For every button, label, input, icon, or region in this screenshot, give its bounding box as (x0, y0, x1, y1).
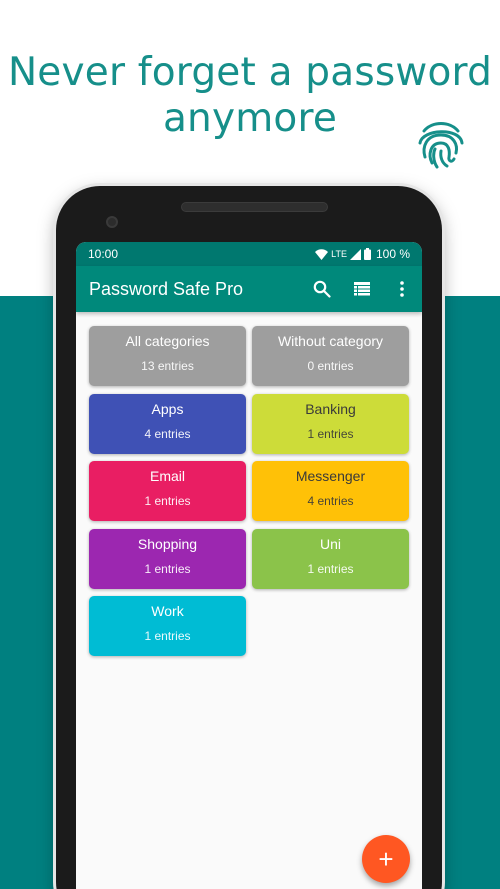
category-name: Without category (277, 333, 384, 349)
view-toggle-button[interactable] (342, 266, 382, 312)
battery-level: 100 % (375, 247, 410, 261)
app-bar: Password Safe Pro (76, 266, 422, 312)
add-entry-button[interactable]: + (362, 835, 410, 883)
signal-icon (349, 248, 361, 260)
category-name: Uni (319, 535, 341, 552)
add-icon: + (378, 843, 394, 874)
list-view-icon (354, 282, 370, 296)
category-name: Messenger (295, 468, 366, 484)
category-name: Shopping (137, 535, 198, 552)
category-name: Banking (305, 400, 356, 417)
category-tile-shopping[interactable]: Shopping 1 entries (89, 528, 246, 589)
status-icons: LTE 100 % (315, 247, 410, 261)
app-title: Password Safe Pro (89, 278, 244, 299)
category-count: 13 entries (141, 359, 194, 373)
category-tile-messenger[interactable]: Messenger 4 entries (252, 461, 409, 521)
category-tile-uni[interactable]: Uni 1 entries (252, 528, 409, 589)
phone-camera (106, 216, 118, 228)
category-count: 1 entries (307, 426, 354, 441)
category-count: 1 entries (144, 629, 191, 643)
wifi-icon (315, 248, 329, 260)
category-count: 1 entries (144, 561, 191, 576)
search-icon (313, 280, 331, 298)
status-bar: 10:00 LTE 100 % (76, 242, 422, 266)
category-name: Apps (151, 400, 184, 417)
phone-screen: 10:00 LTE 100 % Password Safe Pro All ca… (76, 242, 422, 889)
category-name: All categories (125, 333, 210, 349)
status-time: 10:00 (88, 247, 119, 261)
category-count: 4 entries (144, 426, 191, 441)
phone-speaker (181, 202, 328, 212)
headline-line-1: Never forget a password (7, 50, 493, 95)
category-count: 0 entries (307, 359, 354, 373)
category-name: Work (151, 603, 184, 619)
network-type: LTE (331, 249, 347, 259)
category-count: 4 entries (307, 494, 354, 508)
search-button[interactable] (302, 266, 342, 312)
category-tile-work[interactable]: Work 1 entries (89, 596, 246, 656)
more-vert-icon (400, 281, 404, 297)
battery-icon (363, 248, 371, 260)
category-tile-apps[interactable]: Apps 4 entries (89, 393, 246, 454)
category-tile-banking[interactable]: Banking 1 entries (252, 393, 409, 454)
category-count: 1 entries (144, 494, 191, 508)
category-tile-without-category[interactable]: Without category 0 entries (252, 326, 409, 386)
category-tile-email[interactable]: Email 1 entries (89, 461, 246, 521)
category-name: Email (149, 468, 185, 484)
overflow-menu-button[interactable] (382, 266, 422, 312)
fingerprint-icon (418, 122, 464, 169)
category-tile-all[interactable]: All categories 13 entries (89, 326, 246, 386)
category-count: 1 entries (307, 561, 354, 576)
